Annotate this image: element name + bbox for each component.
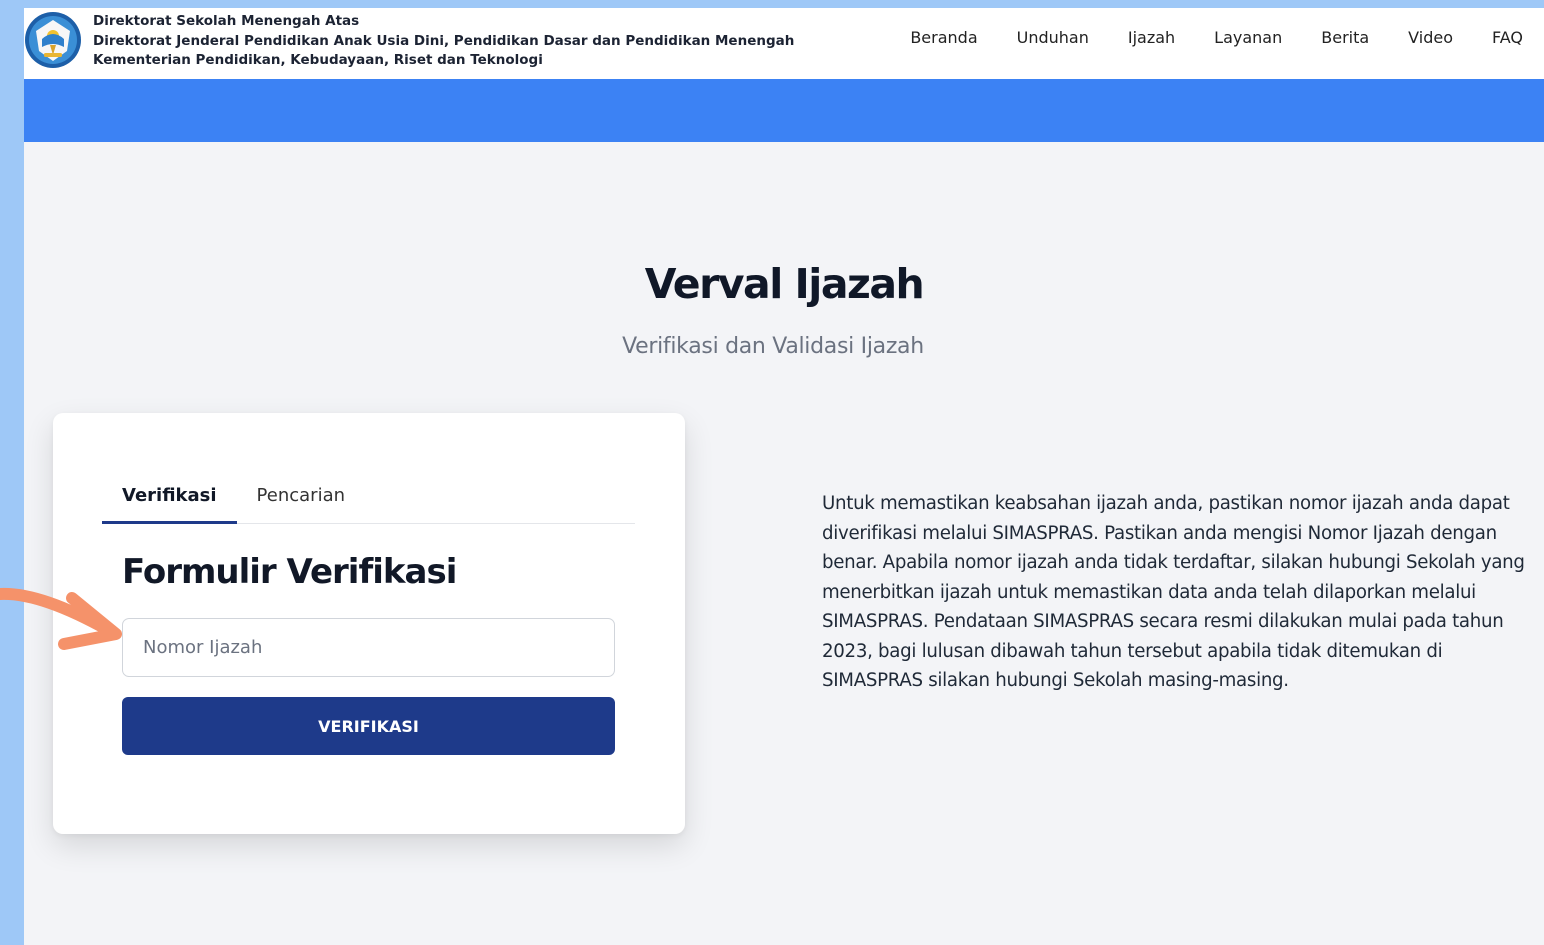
verifikasi-button[interactable]: VERIFIKASI xyxy=(122,697,615,755)
tab-pencarian[interactable]: Pencarian xyxy=(237,477,365,524)
nav-unduhan[interactable]: Unduhan xyxy=(1017,28,1089,47)
org-line-3: Kementerian Pendidikan, Kebudayaan, Rise… xyxy=(93,52,543,68)
pointer-arrow-icon xyxy=(0,587,122,650)
page-title: Verval Ijazah xyxy=(644,260,925,308)
form-title: Formulir Verifikasi xyxy=(122,552,457,592)
card-tabs: Verifikasi Pencarian xyxy=(102,477,635,524)
organization-name: Direktorat Sekolah Menengah Atas Direkto… xyxy=(93,12,794,71)
org-line-2: Direktorat Jenderal Pendidikan Anak Usia… xyxy=(93,32,795,49)
header-band xyxy=(24,79,1544,142)
nav-berita[interactable]: Berita xyxy=(1321,28,1369,47)
nav-beranda[interactable]: Beranda xyxy=(910,28,977,47)
nav-layanan[interactable]: Layanan xyxy=(1214,28,1282,47)
nav-video[interactable]: Video xyxy=(1408,28,1453,47)
nomor-ijazah-input[interactable] xyxy=(122,618,615,677)
site-header: Direktorat Sekolah Menengah Atas Direkto… xyxy=(24,8,1544,79)
verification-card: Verifikasi Pencarian Formulir Verifikasi… xyxy=(53,413,685,834)
info-paragraph: Untuk memastikan keabsahan ijazah anda, … xyxy=(822,493,1525,691)
tab-verifikasi[interactable]: Verifikasi xyxy=(102,477,237,524)
nav-ijazah[interactable]: Ijazah xyxy=(1128,28,1175,47)
main-nav: Beranda Unduhan Ijazah Layanan Berita Vi… xyxy=(871,28,1523,47)
org-line-1: Direktorat Sekolah Menengah Atas xyxy=(93,13,360,29)
tut-wuri-handayani-logo-icon[interactable] xyxy=(24,11,82,69)
browser-page: Direktorat Sekolah Menengah Atas Direkto… xyxy=(24,8,1544,945)
nav-faq[interactable]: FAQ xyxy=(1492,28,1523,47)
page-subtitle: Verifikasi dan Validasi Ijazah xyxy=(622,334,924,359)
